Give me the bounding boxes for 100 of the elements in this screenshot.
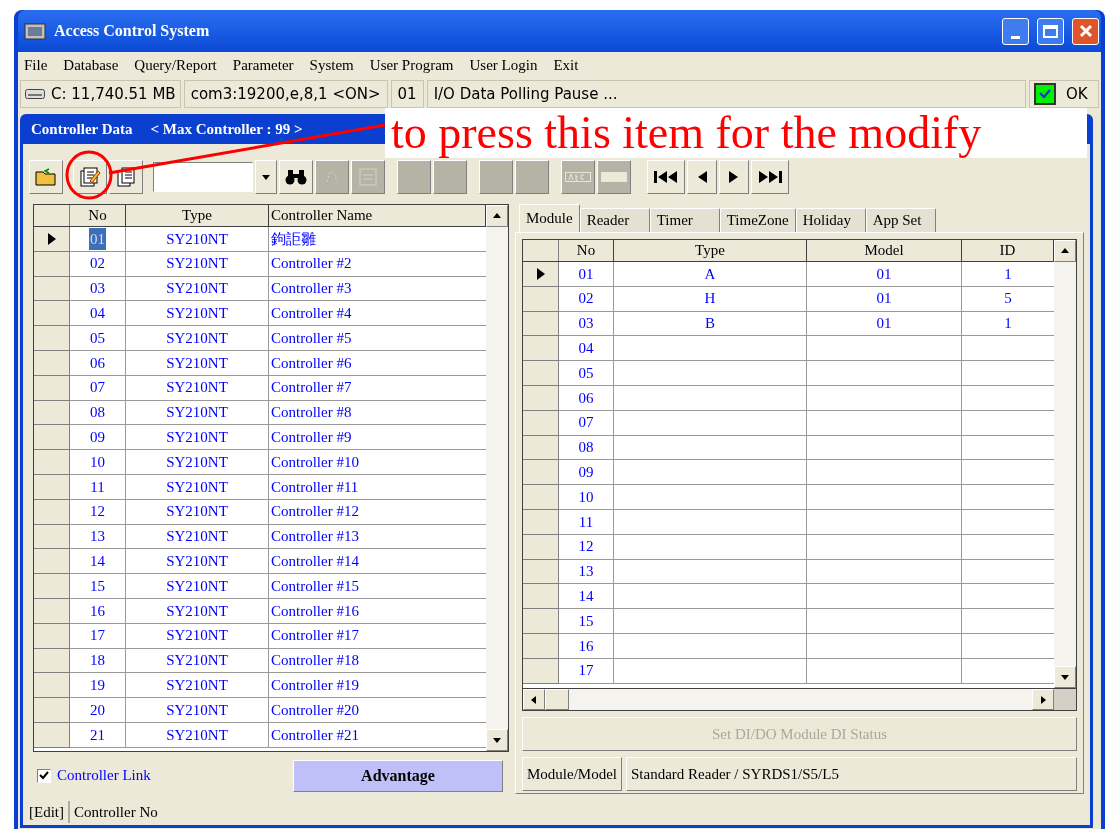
current-field-status: Controller No: [73, 802, 158, 822]
port-status: com3:19200,e,8,1 <ON>: [183, 80, 388, 108]
blank-button[interactable]: [397, 160, 431, 194]
scroll-down-icon: [492, 735, 502, 745]
controller-number: 01: [390, 80, 424, 108]
scroll-thumb[interactable]: [545, 689, 569, 710]
table-cell-text: 18: [90, 651, 105, 671]
table-cell: SY210NT: [126, 574, 269, 599]
table-cell: 03: [559, 311, 614, 337]
table-cell-text: 11: [90, 477, 105, 497]
table-cell: A: [614, 262, 807, 287]
check-icon: [39, 771, 49, 780]
menu-item[interactable]: Parameter: [232, 53, 294, 77]
minimize-button[interactable]: [1002, 17, 1029, 45]
advantage-button[interactable]: Advantage: [293, 759, 503, 792]
table-cell-text: 19: [90, 676, 105, 695]
table-cell: 01: [807, 262, 962, 287]
tab[interactable]: Timer: [649, 208, 720, 232]
column-header[interactable]: No: [70, 205, 126, 226]
polling-status: I/O Data Polling Pause ...: [426, 80, 1026, 108]
scroll-up-icon: [492, 211, 502, 221]
table-cell: 07: [559, 410, 614, 436]
table-cell: SY210NT: [126, 326, 269, 351]
vertical-scrollbar[interactable]: [486, 205, 508, 751]
blank-button[interactable]: [479, 160, 513, 194]
annotation-label: to press this item for the modify: [385, 108, 1087, 158]
table-cell: 08: [559, 435, 614, 461]
next-icon: [728, 170, 740, 184]
table-cell: H: [614, 286, 807, 312]
table-cell: 01: [89, 227, 106, 251]
row-selector[interactable]: [523, 262, 559, 287]
scroll-up-icon: [1060, 246, 1070, 256]
binoculars-icon: [285, 169, 307, 185]
column-header[interactable]: Model: [807, 240, 962, 261]
table-cell: 14: [559, 584, 614, 610]
table-cell: SY210NT: [126, 499, 269, 525]
tab[interactable]: Holiday: [795, 208, 866, 232]
close-button[interactable]: [1072, 17, 1099, 45]
find-button[interactable]: [279, 160, 313, 194]
maximize-button[interactable]: [1037, 17, 1064, 45]
checkbox-label: Controller Link: [57, 766, 151, 786]
tab[interactable]: App Set: [865, 208, 936, 232]
menu-item[interactable]: Exit: [553, 53, 579, 77]
table-cell: 02: [559, 286, 614, 312]
column-header[interactable]: No: [559, 240, 614, 261]
table-cell: SY210NT: [126, 474, 269, 500]
previous-record-button[interactable]: [687, 160, 717, 194]
scroll-left-icon: [529, 694, 539, 705]
menu-item[interactable]: Query/Report: [134, 53, 217, 77]
table-cell-text: 03: [90, 279, 105, 299]
blank-button[interactable]: [515, 160, 549, 194]
last-icon: [757, 170, 783, 184]
edit-document-icon: [79, 166, 101, 188]
dropdown-button[interactable]: [255, 160, 277, 194]
column-header[interactable]: Type: [126, 205, 269, 226]
table-cell-text: 15: [90, 576, 105, 596]
annotation-circle: [64, 150, 114, 200]
table-cell-text: 04: [90, 304, 105, 324]
edit-button[interactable]: [73, 160, 107, 194]
previous-icon: [696, 170, 708, 184]
tab[interactable]: Reader: [579, 208, 650, 232]
table-cell-text: 06: [90, 353, 105, 373]
table-cell-text: 08: [90, 403, 105, 423]
table-cell-text: 07: [90, 378, 105, 398]
scroll-right-icon: [1038, 694, 1048, 705]
search-combo-box[interactable]: [153, 162, 253, 192]
table-cell: SY210NT: [126, 698, 269, 723]
table-cell: SY210NT: [126, 598, 269, 624]
column-header[interactable]: Type: [614, 240, 807, 261]
drive-icon: [25, 89, 45, 99]
documents-icon: [116, 166, 136, 188]
child-window-title: Controller Data: [31, 119, 133, 139]
menu-item[interactable]: File: [24, 53, 48, 77]
menu-item[interactable]: User Program: [369, 53, 454, 77]
row-selector[interactable]: [34, 227, 70, 252]
open-button[interactable]: [29, 160, 63, 194]
table-cell-text: 20: [90, 700, 105, 720]
table-cell: 10: [559, 485, 614, 510]
first-icon: [653, 170, 679, 184]
last-record-button[interactable]: [751, 160, 789, 194]
checkbox[interactable]: [37, 768, 51, 783]
table-cell: 09: [559, 460, 614, 486]
first-record-button[interactable]: [647, 160, 685, 194]
menu-item[interactable]: Database: [63, 53, 119, 77]
tab[interactable]: TimeZone: [719, 208, 796, 232]
menu-item[interactable]: User Login: [469, 53, 538, 77]
menu-item[interactable]: System: [309, 53, 354, 77]
table-cell: 06: [559, 386, 614, 411]
dropdown-icon: [261, 172, 271, 182]
blank-button[interactable]: [433, 160, 467, 194]
grayed-window-icon: [358, 167, 378, 187]
check-icon: [1039, 89, 1051, 99]
tab[interactable]: Module: [519, 204, 580, 232]
table-cell: SY210NT: [126, 351, 269, 376]
table-cell: SY210NT: [126, 549, 269, 575]
horizontal-scrollbar[interactable]: [523, 688, 1076, 710]
table-cell: SY210NT: [126, 648, 269, 674]
next-record-button[interactable]: [719, 160, 749, 194]
vertical-scrollbar[interactable]: [1054, 240, 1076, 688]
table-cell-text: 21: [90, 725, 105, 745]
